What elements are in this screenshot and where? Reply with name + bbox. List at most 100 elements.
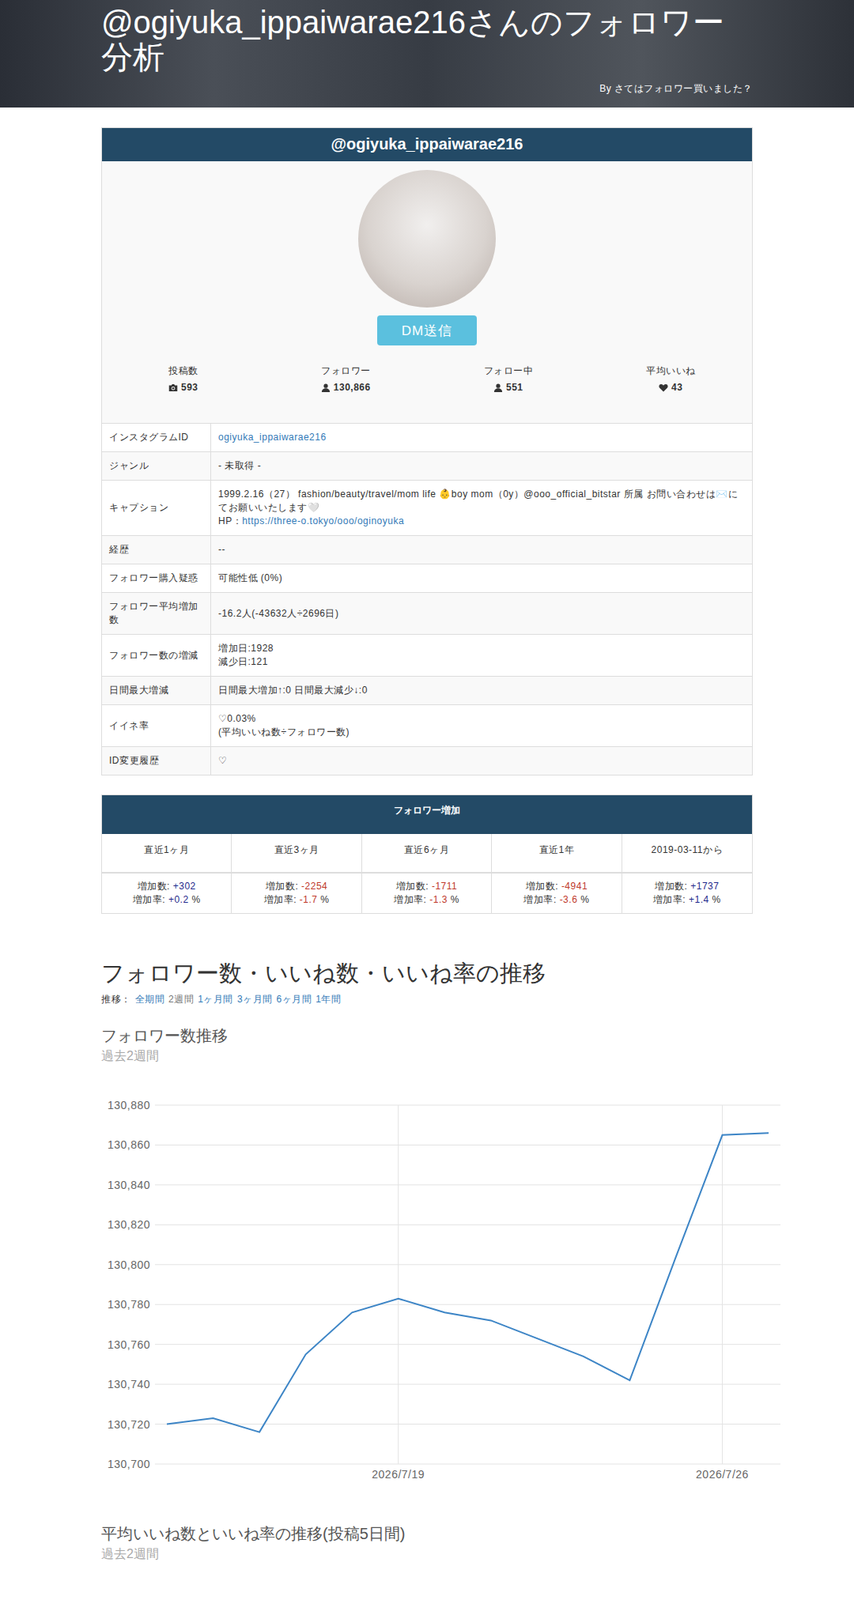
info-label: ID変更履歴	[102, 747, 212, 775]
svg-text:130,720: 130,720	[107, 1418, 151, 1432]
follower-chart-subtitle: 過去2週間	[101, 1048, 753, 1066]
follower-line	[166, 1133, 769, 1433]
svg-text:130,700: 130,700	[107, 1458, 151, 1471]
stat-value: 130,866	[264, 381, 428, 393]
avatar-photo	[358, 170, 496, 308]
info-label: インスタグラムID	[102, 423, 212, 452]
follower-chart: 130,880 130,860 130,840 130,820 130,800 130,7…	[101, 1085, 790, 1489]
info-text: 1999.2.16（27） fashion/beauty/travel/mom …	[218, 487, 745, 515]
homepage-link[interactable]: https://three-o.tokyo/ooo/oginoyuka	[241, 515, 405, 527]
svg-text:130,820: 130,820	[107, 1218, 151, 1232]
info-value: -16.2人(-43632人÷2696日)	[211, 593, 752, 635]
info-text: 減少日:121	[218, 655, 745, 669]
likes-chart-title: 平均いいね数といいね率の推移(投稿5日間)	[101, 1523, 753, 1546]
info-value: 日間最大増加↑:0 日間最大減少↓:0	[211, 676, 752, 705]
info-value: ♡	[211, 747, 752, 775]
range-label: 推移：	[101, 993, 132, 1007]
stat-item: フォロー中551	[427, 364, 590, 393]
info-text: ♡	[218, 754, 745, 768]
svg-text:2026/7/26: 2026/7/26	[695, 1468, 749, 1482]
stat-item: 平均いいね 43	[589, 364, 753, 393]
main-content: @ogiyuka_ippaiwarae216DM送信投稿数593フォロワー130…	[101, 127, 753, 1564]
growth-values: 増加数: +1737増加率: +1.4 %	[622, 873, 752, 914]
info-row: ID変更履歴 ♡	[102, 747, 752, 775]
byline: By さてはフォロワー買いました？	[599, 82, 753, 96]
growth-period: 直近6ヶ月	[362, 834, 492, 874]
info-value: ogiyuka_ippaiwarae216	[211, 423, 752, 452]
info-text: 日間最大増加↑:0 日間最大減少↓:0	[218, 683, 745, 698]
info-label: 経歴	[102, 536, 212, 564]
y-tick: 130,720	[107, 1418, 781, 1432]
hero-banner: @ogiyuka_ippaiwarae216さんのフォロワー分析 By さてはフォ…	[0, 0, 854, 108]
stats-row: 投稿数593フォロワー130,866フォロー中551平均いいね43	[102, 364, 752, 393]
growth-period: 直近3ヶ月	[231, 834, 362, 874]
info-value: ♡0.03%(平均いいね数÷フォロワー数)	[211, 705, 752, 747]
range-link[interactable]: 6ヶ月間	[276, 993, 313, 1007]
info-text: - 未取得 -	[218, 459, 745, 473]
info-value: 1999.2.16（27） fashion/beauty/travel/mom …	[211, 480, 752, 536]
info-text: -16.2人(-43632人÷2696日)	[218, 607, 745, 621]
range-link[interactable]: 3ヶ月間	[237, 993, 273, 1007]
info-value: --	[211, 536, 752, 564]
info-value: - 未取得 -	[211, 452, 752, 480]
info-row: フォロワー平均増加数-16.2人(-43632人÷2696日)	[102, 593, 752, 635]
stat-value: 593	[102, 381, 265, 393]
dm-button[interactable]: DM送信	[377, 315, 477, 346]
info-row: フォロワー数の増減増加日:1928減少日:121	[102, 634, 752, 677]
range-link[interactable]: 1年間	[315, 993, 341, 1007]
growth-period: 2019-03-11から	[622, 834, 752, 874]
y-tick: 130,860	[107, 1138, 781, 1152]
stat-label: 投稿数	[102, 364, 265, 378]
page-title: @ogiyuka_ippaiwarae216さんのフォロワー分析	[101, 4, 753, 75]
info-text: 増加日:1928	[218, 642, 745, 656]
heart-icon	[658, 383, 669, 393]
growth-period: 直近1年	[491, 834, 622, 874]
range-link[interactable]: 全期間	[135, 993, 166, 1007]
info-text: --	[218, 543, 745, 557]
page: @ogiyuka_ippaiwarae216さんのフォロワー分析 By さてはフォ…	[0, 0, 854, 1600]
y-tick: 130,740	[107, 1378, 781, 1391]
growth-title: フォロワー増加	[102, 795, 752, 835]
growth-period: 直近1ヶ月	[102, 834, 232, 874]
info-value: 増加日:1928減少日:121	[211, 634, 752, 677]
svg-text:130,760: 130,760	[107, 1338, 151, 1352]
info-label: 日間最大増減	[102, 676, 212, 705]
range-link[interactable]: 2週間	[168, 993, 194, 1007]
svg-text:130,880: 130,880	[107, 1099, 151, 1112]
stat-value: 551	[427, 381, 590, 393]
info-label: フォロワー購入疑惑	[102, 564, 212, 593]
stat-label: 平均いいね	[589, 364, 753, 378]
info-text: ♡0.03%	[218, 712, 745, 726]
svg-text:130,840: 130,840	[107, 1178, 151, 1192]
y-tick: 130,760	[107, 1338, 781, 1352]
info-row: 日間最大増減日間最大増加↑:0 日間最大減少↓:0	[102, 676, 752, 706]
growth-values: 増加数: +302増加率: +0.2 %	[102, 873, 232, 914]
svg-text:130,800: 130,800	[107, 1258, 151, 1272]
info-label: フォロワー数の増減	[102, 634, 212, 677]
stat-value: 43	[589, 381, 753, 393]
svg-text:130,860: 130,860	[107, 1138, 151, 1152]
person-icon	[493, 383, 503, 393]
info-text: 可能性低 (0%)	[218, 571, 745, 586]
info-row: インスタグラムID ogiyuka_ippaiwarae216	[102, 423, 752, 453]
instagram-id-link[interactable]: ogiyuka_ippaiwarae216	[218, 430, 745, 445]
person-icon	[321, 383, 331, 393]
y-tick: 130,820	[107, 1218, 781, 1232]
info-row: ジャンル - 未取得 -	[102, 452, 752, 481]
y-tick: 130,700	[107, 1458, 781, 1471]
info-row: 経歴 --	[102, 536, 752, 565]
growth-values: 増加数: -2254増加率: -1.7 %	[231, 873, 362, 914]
svg-text:130,780: 130,780	[107, 1298, 151, 1312]
profile-card: @ogiyuka_ippaiwarae216DM送信投稿数593フォロワー130…	[101, 127, 753, 776]
profile-summary: DM送信投稿数593フォロワー130,866フォロー中551平均いいね43	[102, 161, 752, 424]
profile-handle: @ogiyuka_ippaiwarae216	[102, 128, 752, 162]
range-link[interactable]: 1ヶ月間	[197, 993, 234, 1007]
growth-values: 増加数: -1711増加率: -1.3 %	[362, 873, 492, 914]
info-label: ジャンル	[102, 452, 212, 480]
stat-item: 投稿数 593	[102, 364, 265, 393]
growth-values: 増加数: -4941増加率: -3.6 %	[491, 873, 622, 914]
y-tick: 130,780	[107, 1298, 781, 1312]
info-label: キャプション	[102, 480, 212, 536]
likes-chart-subtitle: 過去2週間	[101, 1546, 753, 1564]
y-tick: 130,800	[107, 1258, 781, 1272]
